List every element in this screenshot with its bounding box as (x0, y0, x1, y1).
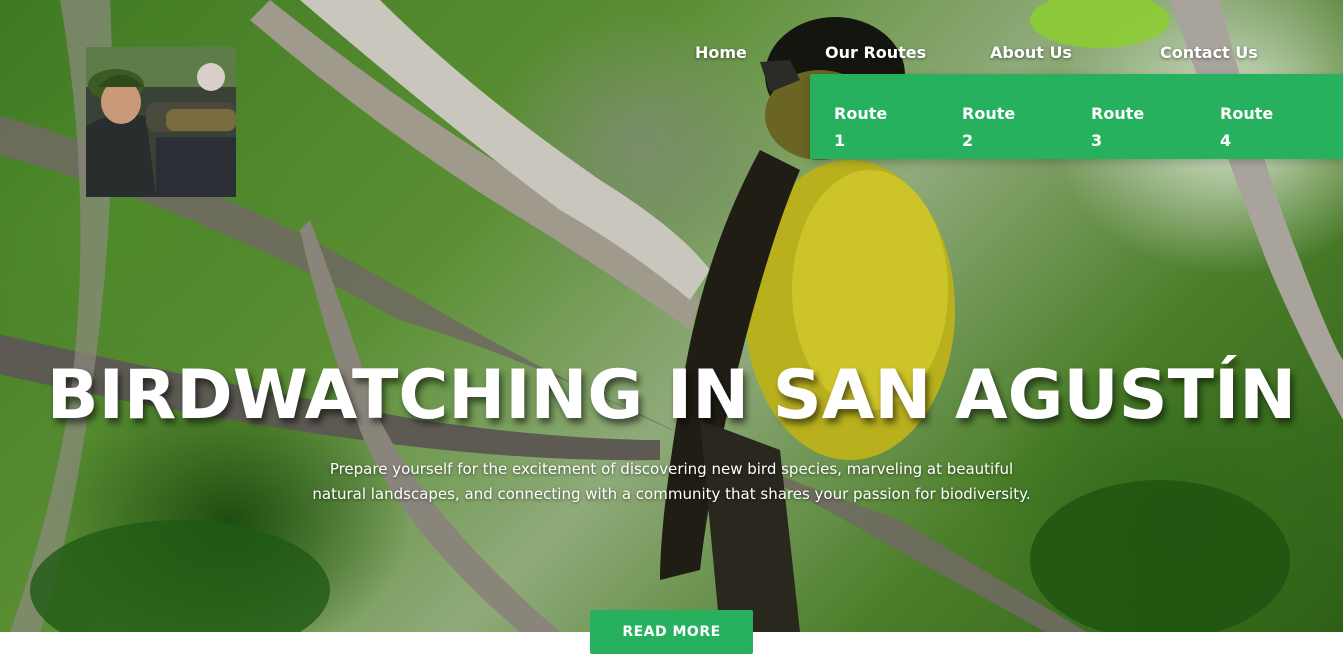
dropdown-route-1[interactable]: Route 1 (834, 100, 894, 154)
route-number: 3 (1091, 131, 1103, 150)
nav-about-us[interactable]: About Us (990, 43, 1072, 62)
route-word: Route (1091, 104, 1145, 123)
read-more-button[interactable]: READ MORE (590, 610, 753, 654)
dropdown-route-3[interactable]: Route 3 (1091, 100, 1151, 154)
main-nav: Home Our Routes About Us Contact Us Rout… (0, 0, 1343, 159)
nav-contact-us[interactable]: Contact Us (1160, 43, 1258, 62)
route-number: 1 (834, 131, 846, 150)
routes-dropdown: Route 1 Route 2 Route 3 Route 4 (810, 74, 1343, 159)
route-word: Route (962, 104, 1016, 123)
dropdown-route-4[interactable]: Route 4 (1220, 100, 1280, 154)
dropdown-route-2[interactable]: Route 2 (962, 100, 1022, 154)
hero-subtitle: Prepare yourself for the excitement of d… (312, 460, 1031, 503)
route-word: Route (834, 104, 888, 123)
nav-our-routes[interactable]: Our Routes (825, 43, 926, 62)
route-number: 4 (1220, 131, 1232, 150)
nav-home[interactable]: Home (695, 43, 747, 62)
route-word: Route (1220, 104, 1274, 123)
hero-title: BIRDWATCHING IN SAN AGUSTÍN (46, 356, 1297, 435)
route-number: 2 (962, 131, 974, 150)
